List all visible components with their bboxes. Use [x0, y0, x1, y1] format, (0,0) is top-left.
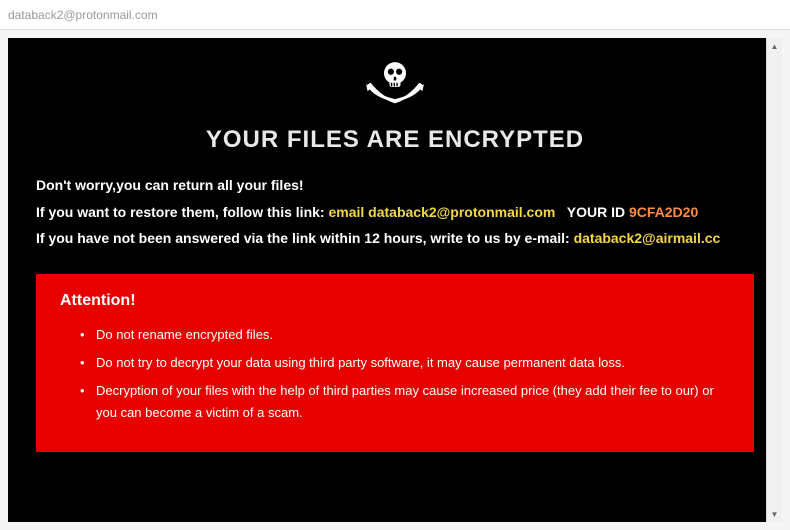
- id-label: YOUR ID: [555, 204, 629, 220]
- ransom-note-window: databack2@protonmail.com: [0, 0, 790, 530]
- main-title: YOUR FILES ARE ENCRYPTED: [36, 126, 754, 154]
- attention-item: Do not rename encrypted files.: [80, 324, 730, 346]
- contact-email-1: databack2@protonmail.com: [368, 204, 555, 220]
- attention-item: Do not try to decrypt your data using th…: [80, 352, 730, 374]
- content-wrapper: YOUR FILES ARE ENCRYPTED Don't worry,you…: [0, 30, 790, 530]
- info-line-1: Don't worry,you can return all your file…: [36, 172, 754, 199]
- line2-email-label: email: [328, 204, 368, 220]
- skull-crossbones-icon: [360, 58, 430, 118]
- attention-box: Attention! Do not rename encrypted files…: [36, 274, 754, 452]
- contact-email-2: databack2@airmail.cc: [574, 230, 721, 246]
- attention-list: Do not rename encrypted files. Do not tr…: [60, 324, 730, 424]
- window-title: databack2@protonmail.com: [8, 8, 158, 22]
- scroll-down-arrow-icon[interactable]: ▼: [767, 506, 782, 522]
- ransom-content: YOUR FILES ARE ENCRYPTED Don't worry,you…: [8, 38, 782, 522]
- victim-id: 9CFA2D20: [629, 204, 698, 220]
- info-section: Don't worry,you can return all your file…: [36, 172, 754, 252]
- header-section: YOUR FILES ARE ENCRYPTED: [36, 58, 754, 154]
- attention-title: Attention!: [60, 292, 730, 310]
- line2-prefix: If you want to restore them, follow this…: [36, 204, 328, 220]
- info-line-3: If you have not been answered via the li…: [36, 225, 754, 252]
- titlebar[interactable]: databack2@protonmail.com: [0, 0, 790, 30]
- info-line-2: If you want to restore them, follow this…: [36, 199, 754, 226]
- vertical-scrollbar[interactable]: ▲ ▼: [766, 38, 782, 522]
- line3-prefix: If you have not been answered via the li…: [36, 230, 574, 246]
- scroll-up-arrow-icon[interactable]: ▲: [767, 38, 782, 54]
- attention-item: Decryption of your files with the help o…: [80, 380, 730, 424]
